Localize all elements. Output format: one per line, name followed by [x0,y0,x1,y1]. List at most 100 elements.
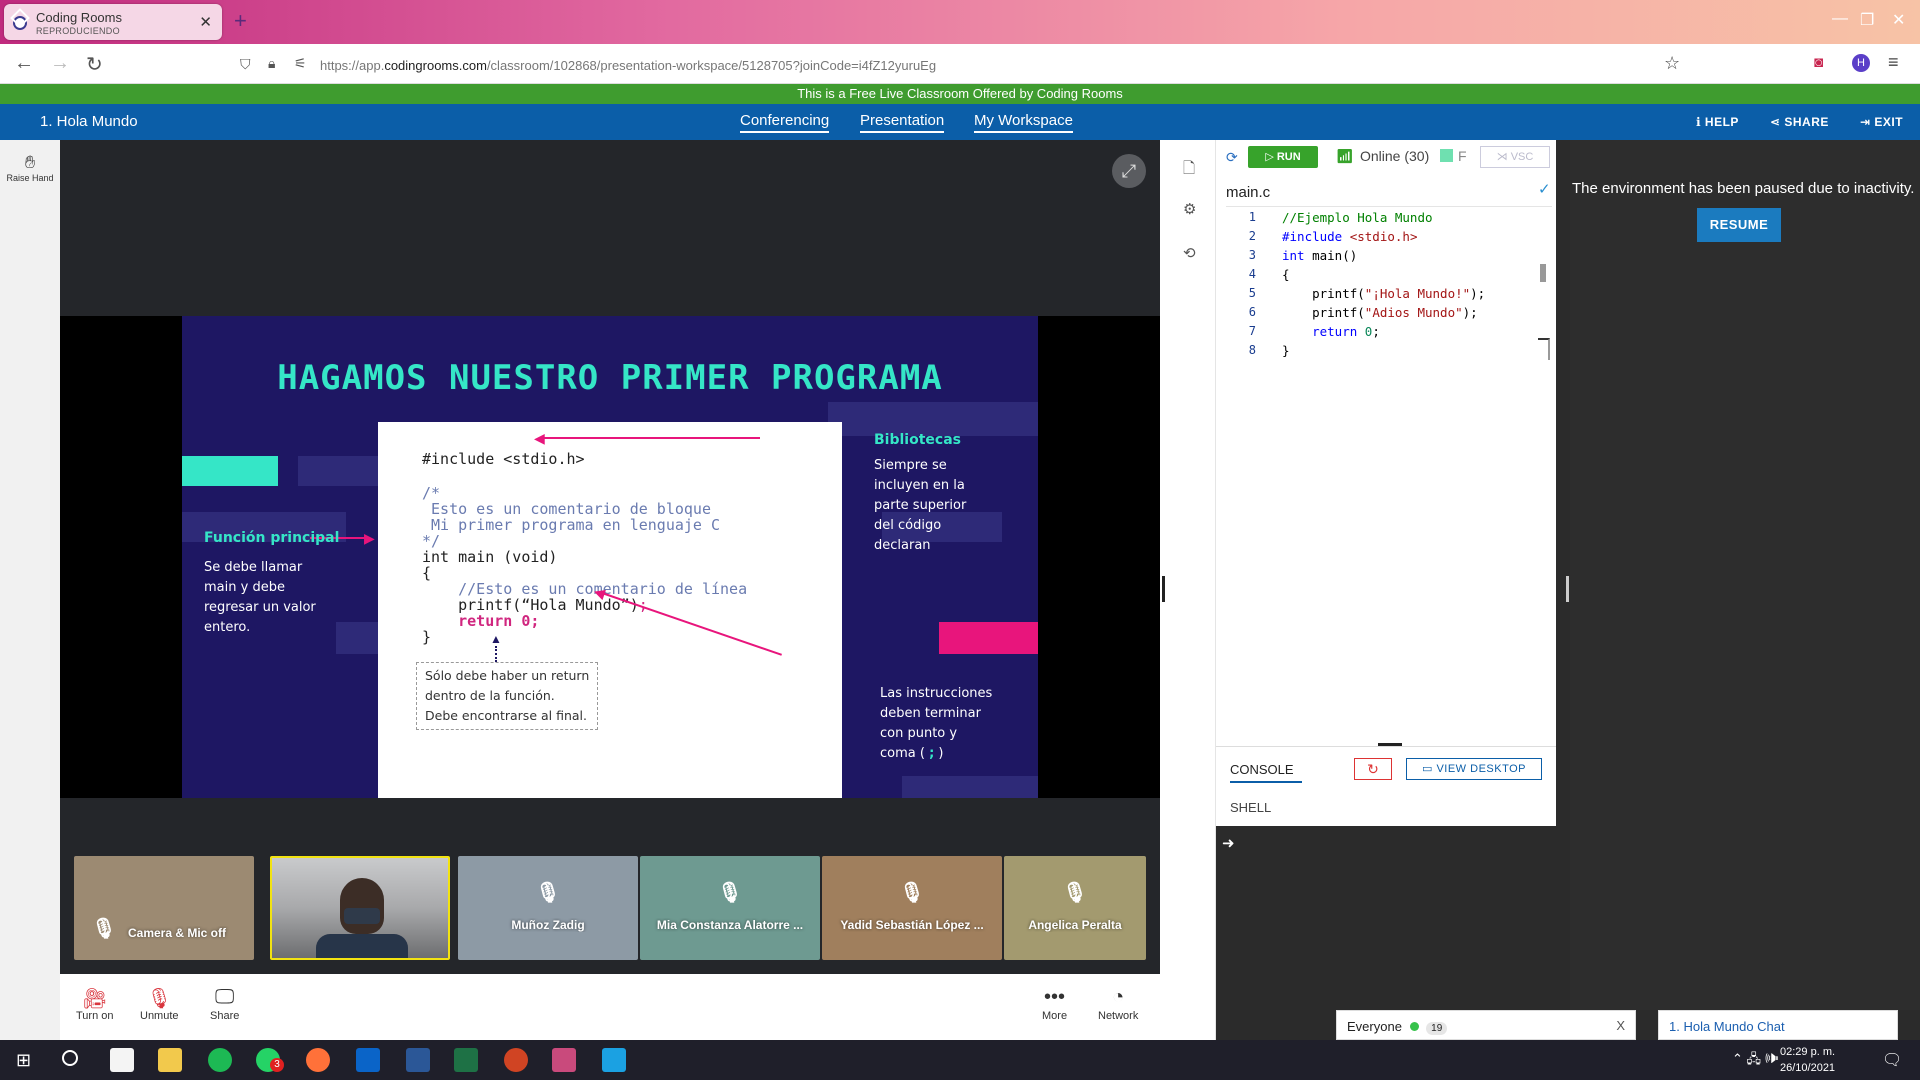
exit-button[interactable]: ⇥ EXIT [1860,115,1903,129]
app-icon[interactable] [552,1048,576,1072]
free-classroom-banner: This is a Free Live Classroom Offered by… [0,84,1920,104]
lesson-chat-tab[interactable]: 1. Hola Mundo Chat [1658,1010,1898,1040]
share-label: Share [210,1010,240,1022]
participant-tile[interactable]: 🎙︎ Camera & Mic off [74,856,254,960]
file-icon[interactable]: 🗋︎ [1183,158,1195,183]
code-line-1: //Ejemplo Hola Mundo [1282,210,1433,225]
tab-presentation[interactable]: Presentation [860,112,945,133]
file-explorer-icon[interactable] [158,1048,182,1072]
close-tab-icon[interactable]: ✕ [199,13,212,31]
windows-taskbar [0,1040,1920,1080]
unmute-button[interactable]: 🎙︎ Unmute [140,986,179,1022]
code-line-3: int main() [1282,248,1358,263]
tab-console[interactable]: CONSOLE [1230,762,1302,783]
close-window-icon[interactable]: ✕ [1892,10,1905,30]
view-desktop-button[interactable]: ▭ VIEW DESKTOP [1406,758,1542,780]
lock-icon[interactable]: 🔒︎ [268,55,275,72]
run-button[interactable]: ▷ RUN [1248,146,1318,168]
shield-icon[interactable]: ⛉ [240,56,251,73]
gear-icon[interactable]: ⚙︎ [1183,200,1196,218]
wifi-icon: 📶︎ [1336,148,1354,164]
tray-icons[interactable]: ⌃ 🖧︎ 🕪︎ [1732,1050,1779,1072]
arrow-bibliotecas [542,437,760,439]
store-icon[interactable] [110,1048,134,1072]
up-arrow-icon: ▲ [490,632,502,646]
forward-icon[interactable]: → [50,52,70,75]
pocket-icon[interactable]: ◙ [1814,54,1823,71]
f-indicator: F [1458,148,1467,164]
workspace-tool-rail [1160,140,1216,1040]
excel-icon[interactable] [454,1048,478,1072]
resume-button[interactable]: RESUME [1697,208,1781,242]
back-icon[interactable]: ← [14,52,34,75]
system-clock[interactable]: 02:29 p. m. 26/10/2021 [1780,1044,1835,1076]
share-screen-button[interactable]: 🖵︎ Share [210,986,239,1022]
turn-on-camera-button[interactable]: 🎥︎ Turn on [76,986,114,1022]
menu-icon[interactable]: ≡ [1888,52,1899,73]
code-line-2: #include <stdio.h> [1282,229,1418,244]
firefox-icon[interactable] [306,1048,330,1072]
share-icon: ⋖ [1770,115,1785,129]
everyone-chat-bar[interactable]: Everyone 19 X [1336,1010,1636,1040]
participant-tile[interactable]: 🎙︎ Yadid Sebastián López ... [822,856,1002,960]
dotted-connector [495,646,497,662]
app-icon[interactable] [602,1048,626,1072]
refresh-icon[interactable]: ⟳ [1226,149,1238,166]
raise-hand-button[interactable]: ✋︎ Raise Hand [6,152,54,183]
close-chat-button[interactable]: X [1616,1018,1625,1033]
more-dots-icon: ••• [1044,986,1066,1008]
history-icon[interactable]: ⟲ [1183,244,1196,262]
code-line-6: printf("Adios Mundo"); [1282,305,1478,320]
search-icon[interactable] [62,1050,78,1066]
paused-environment-panel [1570,140,1920,1010]
spotify-icon[interactable] [208,1048,232,1072]
more-button[interactable]: ••• More [1042,986,1067,1022]
resize-handle[interactable] [1162,576,1165,602]
participant-tile[interactable]: 🎙︎ Muñoz Zadig [458,856,638,960]
mail-icon[interactable] [356,1048,380,1072]
word-icon[interactable] [406,1048,430,1072]
restore-icon[interactable]: ❐ [1860,10,1874,30]
participant-tile[interactable]: 🎙︎ Angelica Peralta [1004,856,1146,960]
slide-code-card: #include <stdio.h> /* Esto es un comenta… [378,422,842,798]
online-count[interactable]: Online (30) [1360,148,1429,164]
file-tab-main-c[interactable]: main.c [1226,184,1270,201]
text-funcion-principal: Se debe llamar main y debe regresar un v… [204,560,316,635]
terminal[interactable] [1216,826,1556,1010]
profile-avatar[interactable]: H [1852,54,1870,72]
share-button[interactable]: ⋖ SHARE [1770,115,1829,129]
participant-tile[interactable]: 🎙︎ Mia Constanza Alatorre ... [640,856,820,960]
restart-icon: ↻ [1367,761,1379,777]
permissions-icon[interactable]: ⚟ [294,55,307,72]
fullscreen-icon[interactable]: ⤢ [1112,154,1146,188]
editor-scrollbar[interactable] [1540,264,1546,282]
new-tab-button[interactable]: + [234,8,247,34]
notifications-icon[interactable]: 🗨︎ [1882,1050,1902,1070]
resize-handle[interactable] [1566,576,1569,602]
url-field[interactable]: https://app.codingrooms.com/classroom/10… [320,58,936,73]
tab-my-workspace[interactable]: My Workspace [974,112,1073,133]
vsc-button[interactable]: ⋊ VSC [1480,146,1550,168]
label-funcion-principal: Función principal [204,530,340,546]
minimize-icon[interactable]: — [1832,10,1848,28]
help-button[interactable]: ℹ HELP [1696,115,1739,129]
participant-tile-active-video[interactable] [270,856,450,960]
vscode-icon: ⋊ [1496,151,1511,163]
tab-shell[interactable]: SHELL [1230,800,1271,815]
tab-subtitle: REPRODUCIENDO [36,26,120,36]
powerpoint-icon[interactable] [504,1048,528,1072]
tab-conferencing[interactable]: Conferencing [740,112,830,133]
minimap-marker [1538,338,1550,360]
browser-tab[interactable]: Coding Rooms REPRODUCIENDO ✕ [4,4,222,40]
status-swatch [1440,149,1453,162]
code-line-4: { [1282,267,1290,282]
lesson-title: 1. Hola Mundo [40,113,138,130]
network-button[interactable]: ◔ Network [1098,986,1138,1022]
line-number: 7 [1248,324,1256,338]
line-number: 1 [1248,210,1256,224]
reload-icon[interactable]: ↻ [86,52,103,77]
bookmark-star-icon[interactable]: ☆ [1664,53,1680,74]
slide: HAGAMOS NUESTRO PRIMER PROGRAMA #include… [182,316,1038,798]
restart-button[interactable]: ↻ [1354,758,1392,780]
windows-start-icon[interactable]: ⊞ [16,1050,31,1071]
